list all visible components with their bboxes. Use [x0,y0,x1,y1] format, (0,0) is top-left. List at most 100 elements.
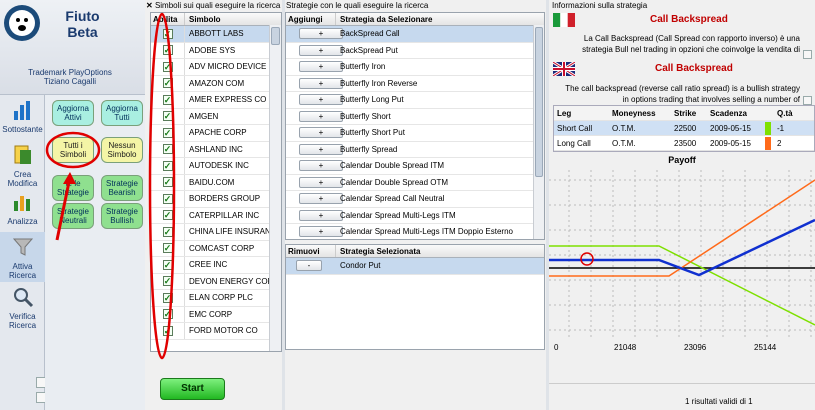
table-row[interactable]: + Calendar Spread Multi-Legs ITM Doppio E… [286,224,544,239]
table-row[interactable]: ✓ AMER EXPRESS CO [151,92,281,109]
table-row[interactable]: + Calendar Spread Call Neutral [286,191,544,208]
nav-label: Ricerca [8,321,37,330]
splitter[interactable] [282,0,285,410]
enable-checkbox[interactable]: ✓ [162,193,173,204]
enable-checkbox[interactable]: ✓ [162,226,173,237]
selected-strategy-name: Condor Put [340,261,381,271]
table-row[interactable]: ✓ ADV MICRO DEVICE [151,59,281,76]
table-row[interactable]: ✓ CATERPILLAR INC [151,207,281,224]
table-row[interactable]: + Butterfly Short [286,109,544,125]
table-row[interactable]: ✓ COMCAST CORP [151,240,281,257]
add-cell: + [286,44,343,56]
checkbox-cell: ✓ [151,158,185,174]
enable-checkbox[interactable]: ✓ [162,276,173,287]
it-text-scroll-button[interactable] [803,50,812,59]
en-text-scroll-button[interactable] [803,96,812,105]
strategie-bearish-button[interactable]: Strategie Bearish [101,175,143,201]
checkbox-cell: ✓ [151,224,185,240]
tutte-le-strategie-button[interactable]: te le Strategie [52,175,94,201]
table-row[interactable]: ✓ BAIDU.COM [151,174,281,191]
table-row[interactable]: ✓ BORDERS GROUP [151,191,281,208]
enable-checkbox[interactable]: ✓ [162,111,173,122]
tutti-simboli-button[interactable]: Tutti i Simboli [52,137,94,163]
table-row[interactable]: + Butterfly Spread [286,142,544,158]
table-row[interactable]: ✓ CHINA LIFE INSURAN [151,224,281,241]
aggiorna-tutti-button[interactable]: Aggiorna Tutti [101,100,143,126]
leg-row[interactable]: Short Call O.T.M. 22500 2009-05-15 -1 [554,121,814,136]
strategies-scrollbar-thumb[interactable] [535,27,543,177]
it-strategy-heading: Call Backspread [650,14,728,25]
nav-attiva-ricerca[interactable]: Attiva Ricerca [0,232,45,282]
table-row[interactable]: ✓ AMAZON COM [151,75,281,92]
strategie-neutrali-button[interactable]: Strategie Neutrali [52,203,94,229]
checkbox-cell: ✓ [151,108,185,124]
symbol-name: AMAZON COM [189,78,245,88]
table-row[interactable]: ✓ FORD MOTOR CO [151,323,281,340]
payoff-chart: Payoff 0 21048 23096 25144 [549,155,815,352]
enable-checkbox[interactable]: ✓ [162,28,173,39]
table-row[interactable]: + Butterfly Short Put [286,125,544,142]
nav-verifica-ricerca[interactable]: Verifica Ricerca [0,282,45,334]
close-icon[interactable]: ✕ [146,1,153,10]
table-row[interactable]: + Butterfly Iron Reverse [286,76,544,92]
table-row[interactable]: ✓ ABBOTT LABS [151,26,281,43]
symbols-scrollbar[interactable] [269,25,281,351]
table-row[interactable]: + BackSpread Call [286,26,544,43]
leg-leg: Long Call [557,138,591,148]
enable-checkbox[interactable]: ✓ [162,292,173,303]
nav-crea-modifica[interactable]: Crea Modifica [0,140,45,192]
table-row[interactable]: ✓ AMGEN [151,108,281,125]
strategy-name: Calendar Spread Multi-Legs ITM Doppio Es… [340,227,513,237]
table-row[interactable]: + Butterfly Iron [286,59,544,76]
table-row[interactable]: ✓ ASHLAND INC [151,141,281,158]
nav-label: Sottostante [2,125,43,134]
enable-checkbox[interactable]: ✓ [162,309,173,320]
app-title-line1: Fiuto [65,8,100,24]
enable-checkbox[interactable]: ✓ [162,243,173,254]
enable-checkbox[interactable]: ✓ [162,94,173,105]
col-header-aggiungi: Aggiungi [286,13,336,25]
bar-chart-icon [13,101,30,120]
add-cell: + [286,209,343,221]
table-row[interactable]: ✓ CREE INC [151,257,281,274]
table-row[interactable]: ✓ DEVON ENERGY CORF [151,273,281,290]
table-row[interactable]: ✓ APACHE CORP [151,125,281,142]
table-row[interactable]: ✓ ELAN CORP PLC [151,290,281,307]
enable-checkbox[interactable]: ✓ [162,177,173,188]
table-row[interactable]: ✓ AUTODESK INC [151,158,281,175]
table-row[interactable]: + BackSpread Put [286,43,544,59]
legs-table: Leg Moneyness Strike Scadenza Q.tà Short… [553,105,815,152]
table-row[interactable]: ✓ EMC CORP [151,306,281,323]
leg-row[interactable]: Long Call O.T.M. 23500 2009-05-15 2 [554,136,814,151]
table-row[interactable]: + Calendar Double Spread OTM [286,175,544,191]
enable-checkbox[interactable]: ✓ [162,78,173,89]
funnel-icon [12,238,33,256]
leg-strike: 22500 [674,123,697,133]
symbol-name: CHINA LIFE INSURAN [189,227,271,237]
symbol-name: CREE INC [189,260,228,270]
table-row[interactable]: - Condor Put [286,258,544,275]
leg-scadenza: 2009-05-15 [710,138,751,148]
add-cell: + [286,143,343,155]
aggiorna-attivi-button[interactable]: Aggiorna Attivi [52,100,94,126]
nessun-simbolo-button[interactable]: Nessun Simbolo [101,137,143,163]
enable-checkbox[interactable]: ✓ [162,61,173,72]
enable-checkbox[interactable]: ✓ [162,325,173,336]
enable-checkbox[interactable]: ✓ [162,127,173,138]
enable-checkbox[interactable]: ✓ [162,259,173,270]
table-row[interactable]: + Butterfly Long Put [286,92,544,109]
table-row[interactable]: + Calendar Spread Multi-Legs ITM [286,208,544,224]
remove-strategy-button[interactable]: - [296,260,322,272]
start-button[interactable]: Start [160,378,225,400]
enable-checkbox[interactable]: ✓ [162,160,173,171]
enable-checkbox[interactable]: ✓ [162,45,173,56]
enable-checkbox[interactable]: ✓ [162,144,173,155]
symbols-scrollbar-thumb[interactable] [271,27,280,45]
table-row[interactable]: ✓ ADOBE SYS [151,42,281,59]
table-row[interactable]: + Calendar Double Spread ITM [286,158,544,175]
strategie-bullish-button[interactable]: Strategie Bullish [101,203,143,229]
add-cell: + [286,226,343,238]
nav-label: Analizza [7,217,38,226]
strategies-scrollbar[interactable] [533,25,544,239]
enable-checkbox[interactable]: ✓ [162,210,173,221]
